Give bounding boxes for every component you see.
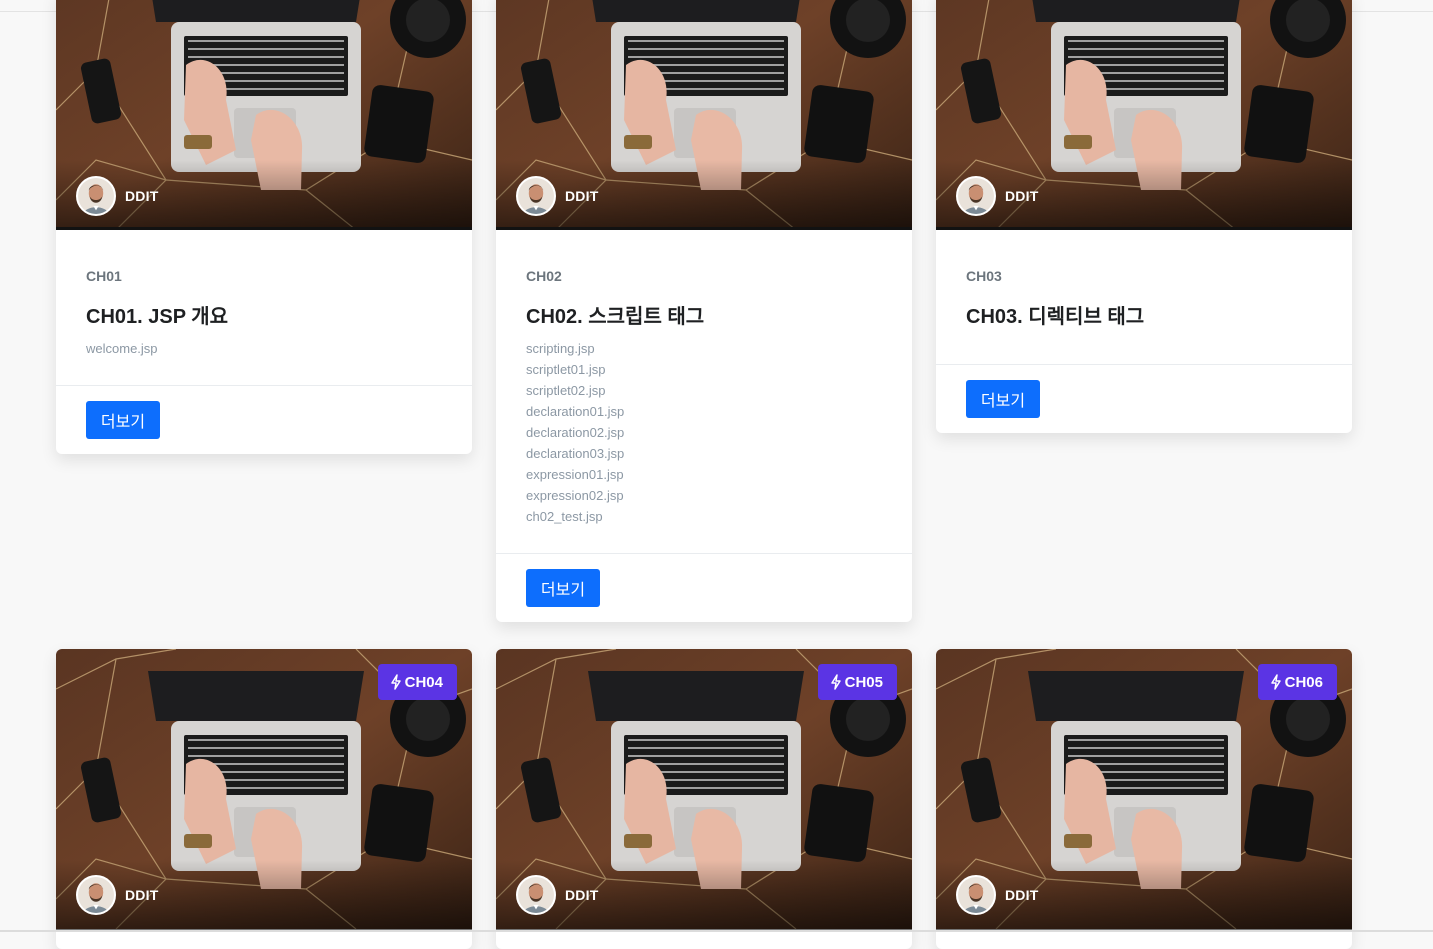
list-item: declaration02.jsp (526, 425, 625, 440)
more-button[interactable]: 더보기 (86, 401, 160, 439)
list-item: ch02_test.jsp (526, 509, 603, 524)
author-name: DDIT (125, 188, 159, 204)
card-author: DDIT (76, 875, 158, 915)
chapter-card-ch04: DDIT CH04 (56, 649, 472, 949)
more-button[interactable]: 더보기 (966, 380, 1040, 418)
chapter-badge[interactable]: CH04 (377, 664, 457, 700)
card-image[interactable]: DDIT (56, 0, 472, 230)
card-image[interactable]: DDIT CH04 (56, 649, 472, 930)
chapter-badge[interactable]: CH06 (1257, 664, 1337, 700)
author-name: DDIT (125, 887, 159, 903)
list-item: declaration03.jsp (526, 446, 625, 461)
card-author: DDIT (956, 875, 1038, 915)
list-item: expression01.jsp (526, 467, 624, 482)
avatar (76, 875, 116, 915)
author-name: DDIT (1005, 887, 1039, 903)
card-author: DDIT (516, 875, 598, 915)
file-list: welcome.jsp (86, 338, 442, 359)
card-image[interactable]: DDIT CH06 (936, 649, 1352, 930)
chapter-card-ch06: DDIT CH06 (936, 649, 1352, 949)
chapter-label: CH03 (966, 268, 1002, 284)
chapter-label: CH02 (526, 268, 562, 284)
avatar (956, 176, 996, 216)
list-item: welcome.jsp (86, 341, 158, 356)
badge-label: CH05 (844, 673, 883, 691)
lightning-icon (390, 674, 402, 690)
card-title: CH03. 디렉티브 태그 (966, 306, 1145, 328)
list-item: scripting.jsp (526, 341, 595, 356)
badge-label: CH04 (404, 673, 443, 691)
lightning-icon (830, 674, 842, 690)
file-list: scripting.jsp scriptlet01.jsp scriptlet0… (526, 338, 882, 527)
badge-label: CH06 (1284, 673, 1323, 691)
list-item: scriptlet02.jsp (526, 383, 606, 398)
card-author: DDIT (516, 176, 598, 216)
card-title: CH01. JSP 개요 (86, 306, 229, 328)
avatar (76, 176, 116, 216)
card-image[interactable]: DDIT CH05 (496, 649, 912, 930)
more-button[interactable]: 더보기 (526, 569, 600, 607)
card-author: DDIT (76, 176, 158, 216)
list-item: scriptlet01.jsp (526, 362, 606, 377)
list-item: declaration01.jsp (526, 404, 625, 419)
chapter-label: CH01 (86, 268, 122, 284)
chapter-card-ch05: DDIT CH05 (496, 649, 912, 949)
chapter-card-ch01: DDIT CH01 CH01. JSP 개요 welcome.jsp 더보기 (56, 0, 472, 454)
avatar (516, 176, 556, 216)
chapter-badge[interactable]: CH05 (817, 664, 897, 700)
chapter-card-ch02: DDIT CH02 CH02. 스크립트 태그 scripting.jsp sc… (496, 0, 912, 622)
chapter-card-ch03: DDIT CH03 CH03. 디렉티브 태그 더보기 (936, 0, 1352, 433)
card-image[interactable]: DDIT (936, 0, 1352, 230)
card-author: DDIT (956, 176, 1038, 216)
list-item: expression02.jsp (526, 488, 624, 503)
lightning-icon (1270, 674, 1282, 690)
avatar (956, 875, 996, 915)
author-name: DDIT (1005, 188, 1039, 204)
card-title: CH02. 스크립트 태그 (526, 306, 705, 328)
avatar (516, 875, 556, 915)
author-name: DDIT (565, 188, 599, 204)
author-name: DDIT (565, 887, 599, 903)
card-image[interactable]: DDIT (496, 0, 912, 230)
